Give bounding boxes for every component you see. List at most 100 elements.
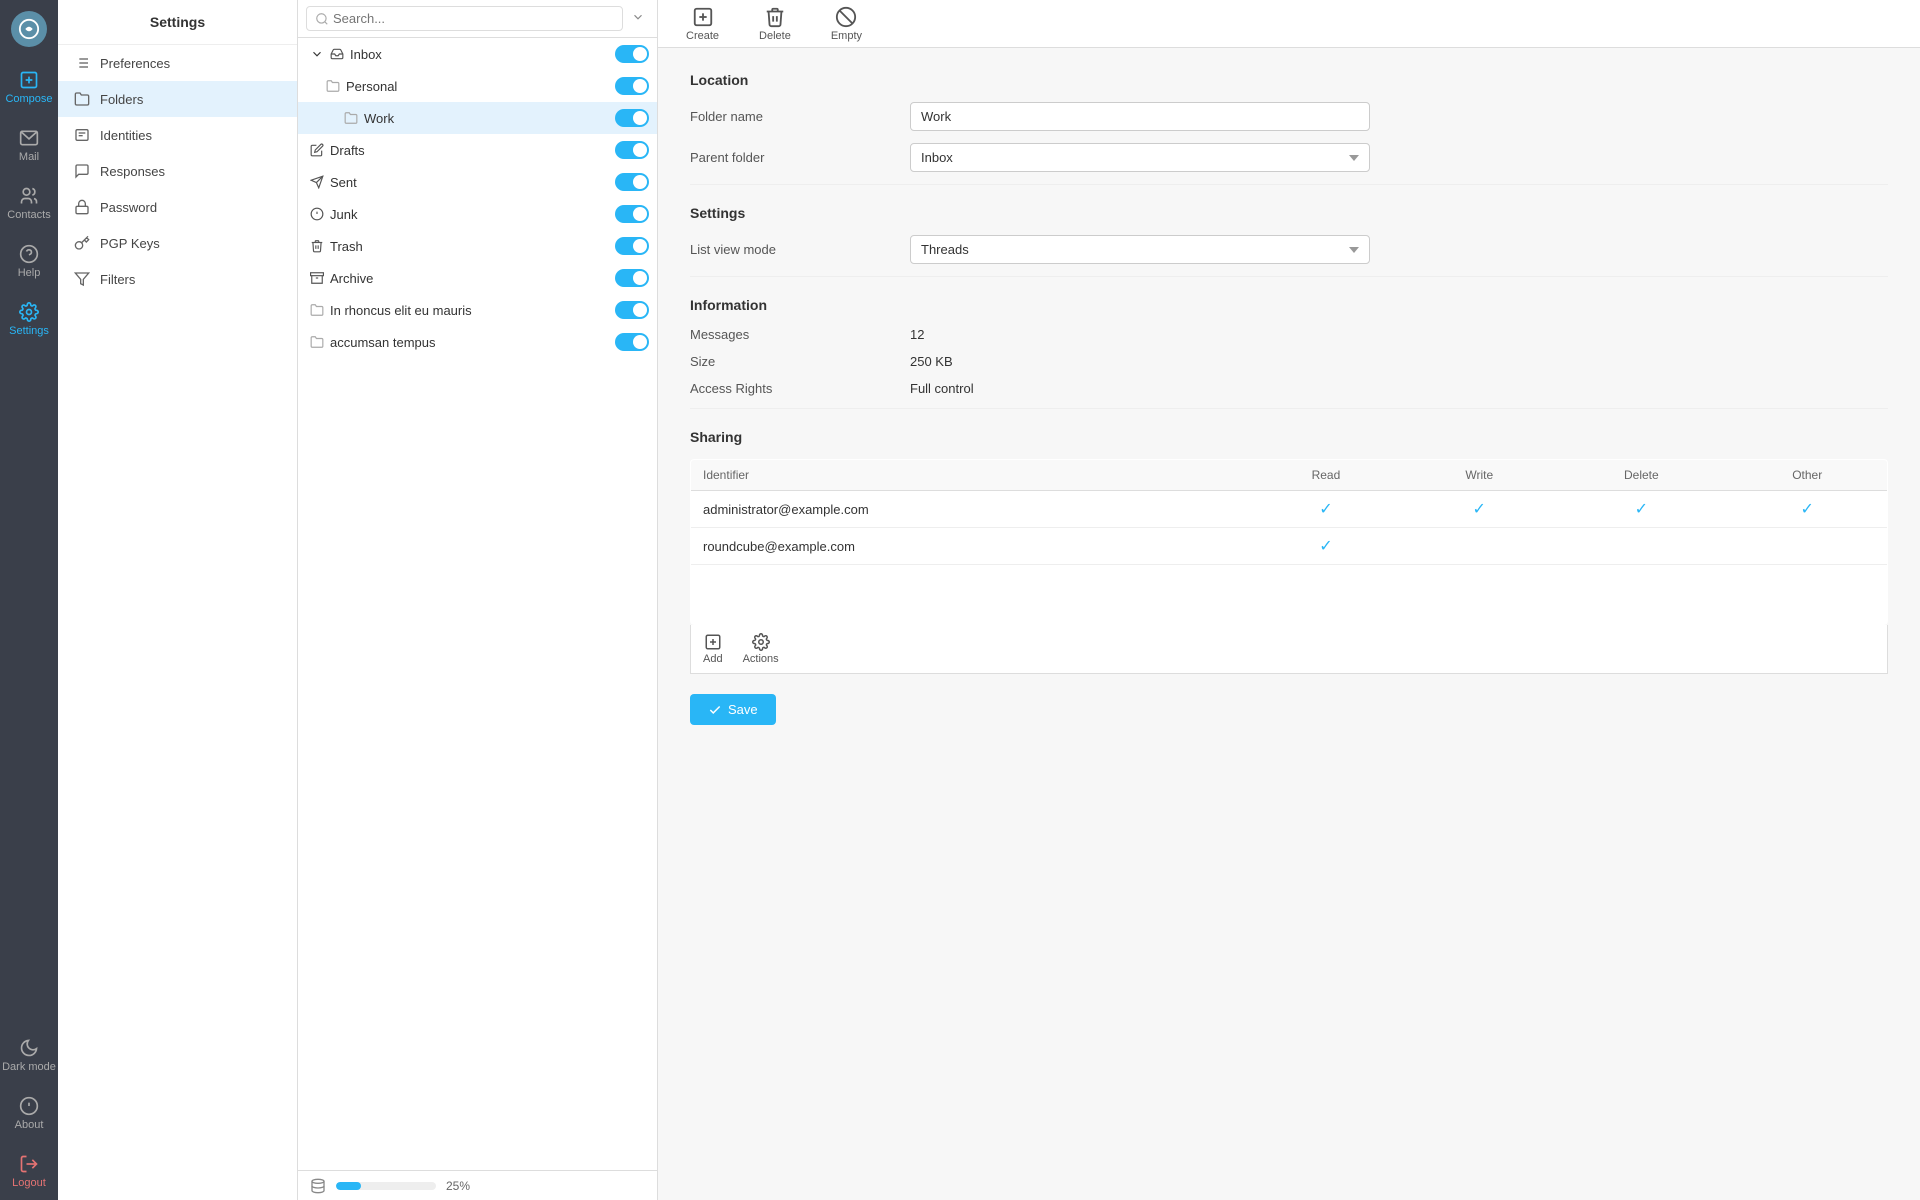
settings-nav-responses[interactable]: Responses (58, 153, 297, 189)
save-button[interactable]: Save (690, 694, 776, 725)
parent-folder-select[interactable]: Inbox (910, 143, 1370, 172)
folder-personal-toggle[interactable] (615, 77, 649, 95)
folder-inbox-toggle[interactable] (615, 45, 649, 63)
folder-inbox[interactable]: Inbox (298, 38, 657, 70)
settings-nav-password[interactable]: Password (58, 189, 297, 225)
nav-logout[interactable]: Logout (0, 1142, 58, 1200)
nav-about[interactable]: About (0, 1084, 58, 1142)
sharing-table: Identifier Read Write Delete Other admin… (690, 459, 1888, 625)
list-view-mode-select-wrapper: Threads Messages (910, 235, 1370, 264)
folders-panel: Inbox Personal Work Drafts Sent (298, 0, 658, 1200)
sharing-add-button[interactable]: Add (703, 633, 723, 665)
settings-panel: Settings Preferences Folders Identities … (58, 0, 298, 1200)
delete-button[interactable]: Delete (751, 2, 799, 46)
create-button[interactable]: Create (678, 2, 727, 46)
list-view-mode-select[interactable]: Threads Messages (910, 235, 1370, 264)
pgpkeys-label: PGP Keys (100, 236, 160, 251)
settings-nav-folders[interactable]: Folders (58, 81, 297, 117)
folder-trash-toggle[interactable] (615, 237, 649, 255)
filters-icon (74, 271, 90, 287)
folder-sent-label: Sent (330, 175, 609, 190)
folder-sent[interactable]: Sent (298, 166, 657, 198)
nav-mail-label: Mail (19, 151, 39, 163)
delete-icon (764, 6, 786, 28)
folder-work[interactable]: Work (298, 102, 657, 134)
folder-drafts[interactable]: Drafts (298, 134, 657, 166)
folder-dropdown-button[interactable] (627, 6, 649, 31)
folder-archive[interactable]: Archive (298, 262, 657, 294)
sharing-col-read: Read (1249, 460, 1404, 491)
folder-icon (326, 79, 340, 93)
folder-inrhoncus[interactable]: In rhoncus elit eu mauris (298, 294, 657, 326)
nav-compose[interactable]: Compose (0, 58, 58, 116)
folder-junk-toggle[interactable] (615, 205, 649, 223)
settings-nav-identities[interactable]: Identities (58, 117, 297, 153)
sharing-col-write: Write (1403, 460, 1555, 491)
folder-inbox-label: Inbox (350, 47, 609, 62)
add-icon (704, 633, 722, 651)
storage-progress-fill (336, 1182, 361, 1190)
access-rights-value: Full control (910, 381, 974, 396)
folder-icon (310, 335, 324, 349)
sharing-actions-label: Actions (743, 653, 779, 665)
folder-trash[interactable]: Trash (298, 230, 657, 262)
storage-progress-bar (336, 1182, 436, 1190)
settings-nav-filters[interactable]: Filters (58, 261, 297, 297)
nav-about-label: About (15, 1119, 44, 1131)
save-label: Save (728, 702, 758, 717)
sharing-col-delete: Delete (1555, 460, 1727, 491)
folder-accumsan-label: accumsan tempus (330, 335, 609, 350)
folder-drafts-toggle[interactable] (615, 141, 649, 159)
nav-settings[interactable]: Settings (0, 290, 58, 348)
folder-name-input-wrapper (910, 102, 1370, 131)
sharing-actions-button[interactable]: Actions (743, 633, 779, 665)
search-input[interactable] (333, 11, 614, 26)
folder-sent-toggle[interactable] (615, 173, 649, 191)
settings-nav-preferences[interactable]: Preferences (58, 45, 297, 81)
main-content: Create Delete Empty Location Folder name… (658, 0, 1920, 1200)
storage-bar: 25% (298, 1170, 657, 1200)
folders-toolbar (298, 0, 657, 38)
folder-list: Inbox Personal Work Drafts Sent (298, 38, 657, 1170)
empty-button[interactable]: Empty (823, 2, 870, 46)
folder-archive-toggle[interactable] (615, 269, 649, 287)
nav-help[interactable]: Help (0, 232, 58, 290)
password-icon (74, 199, 90, 215)
sharing-row-roundcube[interactable]: roundcube@example.com ✓ (691, 528, 1888, 565)
settings-title: Settings (58, 0, 297, 45)
folder-inrhoncus-toggle[interactable] (615, 301, 649, 319)
nav-contacts[interactable]: Contacts (0, 174, 58, 232)
folder-accumsan[interactable]: accumsan tempus (298, 326, 657, 358)
responses-icon (74, 163, 90, 179)
folder-icon (344, 111, 358, 125)
sharing-row-admin[interactable]: administrator@example.com ✓ ✓ ✓ ✓ (691, 491, 1888, 528)
sharing-row-empty (691, 565, 1888, 625)
responses-label: Responses (100, 164, 165, 179)
password-label: Password (100, 200, 157, 215)
nav-mail[interactable]: Mail (0, 116, 58, 174)
folder-junk[interactable]: Junk (298, 198, 657, 230)
folder-accumsan-toggle[interactable] (615, 333, 649, 351)
junk-icon (310, 207, 324, 221)
sharing-col-other: Other (1727, 460, 1887, 491)
folder-name-input[interactable] (910, 102, 1370, 131)
empty-label: Empty (831, 30, 862, 42)
nav-help-label: Help (18, 267, 41, 279)
settings-nav-pgpkeys[interactable]: PGP Keys (58, 225, 297, 261)
nav-darkmode[interactable]: Dark mode (0, 1026, 58, 1084)
folder-drafts-label: Drafts (330, 143, 609, 158)
messages-label: Messages (690, 327, 910, 342)
empty-icon (835, 6, 857, 28)
list-view-mode-row: List view mode Threads Messages (690, 235, 1888, 264)
folder-icon (310, 303, 324, 317)
folder-work-toggle[interactable] (615, 109, 649, 127)
search-box[interactable] (306, 6, 623, 31)
sharing-read-roundcube: ✓ (1249, 528, 1404, 565)
folder-personal[interactable]: Personal (298, 70, 657, 102)
nav-darkmode-label: Dark mode (2, 1061, 56, 1073)
main-toolbar: Create Delete Empty (658, 0, 1920, 48)
information-section-title: Information (690, 297, 1888, 313)
parent-folder-select-wrapper: Inbox (910, 143, 1370, 172)
create-icon (692, 6, 714, 28)
size-value: 250 KB (910, 354, 953, 369)
